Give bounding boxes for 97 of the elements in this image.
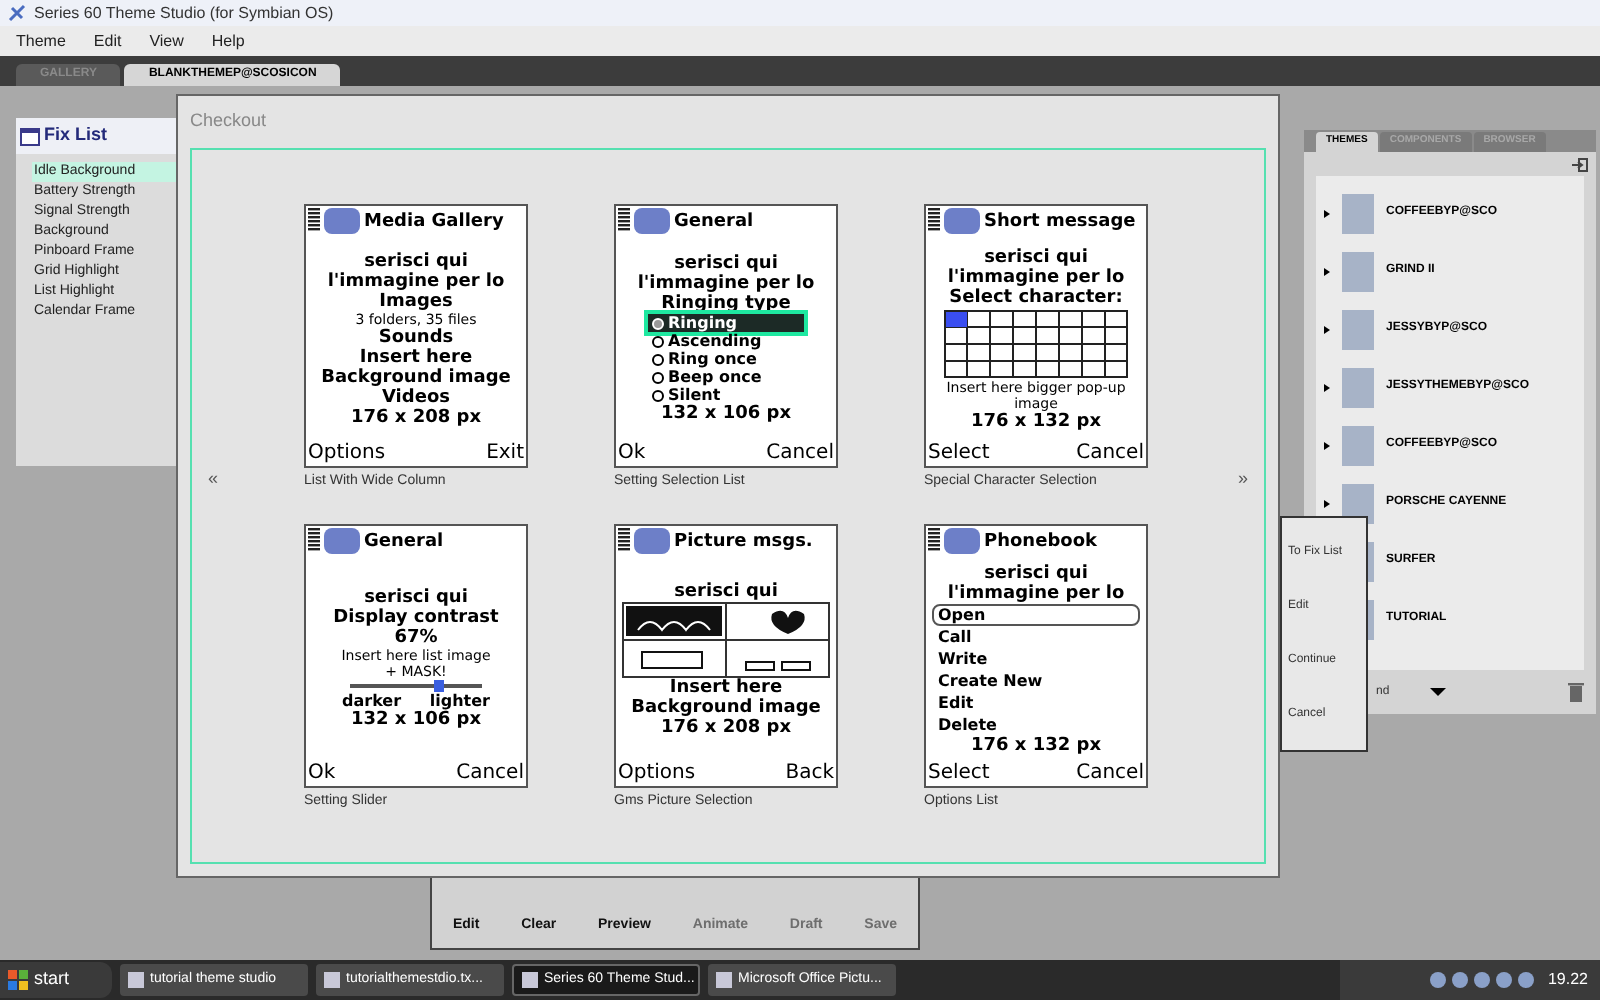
screen-text: l'immagine per lo	[945, 267, 1127, 287]
screen-text: Background image	[319, 367, 513, 387]
window-title: Series 60 Theme Studio (for Symbian OS)	[34, 1, 334, 25]
radio-option[interactable]: Silent	[648, 386, 804, 404]
softkey-label: Ok	[618, 442, 646, 466]
window-icon	[324, 972, 340, 988]
screen-text: 176 x 132 px	[968, 411, 1104, 431]
menu-item[interactable]: Theme	[16, 29, 66, 53]
softkey-label: Options	[308, 442, 386, 466]
screen-text: Insert here	[357, 347, 475, 367]
screen-text: serisci qui	[362, 251, 470, 271]
expand-arrow-icon[interactable]	[1324, 383, 1330, 391]
menu-item[interactable]: View	[149, 29, 184, 53]
window-icon	[522, 972, 538, 988]
screen-text: serisci qui	[982, 247, 1090, 267]
screen-text: serisci qui	[982, 563, 1090, 583]
windows-logo-icon	[8, 970, 28, 990]
softkey-label: Cancel	[1076, 762, 1144, 786]
radio-option[interactable]: Ring once	[648, 350, 804, 368]
panel-title: Checkout	[190, 108, 269, 134]
screen-text: Select character:	[947, 287, 1125, 307]
screen-text: serisci qui	[672, 254, 780, 274]
screen-text: l'immagine per lo	[325, 271, 507, 291]
screen-text: Sounds	[378, 327, 456, 347]
softkey-label: Select	[928, 762, 990, 786]
dropdown-caret-icon[interactable]	[1429, 688, 1446, 696]
signal-bars-icon	[308, 528, 320, 554]
signal-bars-icon	[928, 208, 940, 234]
start-button[interactable]: start	[0, 962, 112, 998]
app-icon	[324, 208, 360, 234]
screen-title: Phonebook	[984, 531, 1097, 551]
next-page-link[interactable]: »	[1238, 465, 1249, 496]
screen-text: serisci qui	[672, 581, 780, 601]
softkey-label: Cancel	[456, 762, 524, 786]
screen-text: 176 x 132 px	[968, 735, 1104, 755]
softkey-label: Options	[618, 762, 696, 786]
clock: 19.22	[1547, 968, 1588, 992]
previous-page-link[interactable]: «	[192, 465, 304, 496]
screen-title: Media Gallery	[364, 211, 504, 231]
app-icon	[634, 528, 670, 554]
expand-arrow-icon[interactable]	[1324, 441, 1330, 449]
app-logo-icon	[8, 4, 26, 22]
window-icon	[716, 972, 732, 988]
screen-title: General	[674, 211, 754, 231]
radio-option[interactable]: Ascending	[648, 332, 804, 350]
screen-title: General	[364, 531, 444, 551]
softkey-label: Back	[785, 762, 834, 786]
screen-text: l'immagine per lo	[635, 274, 817, 294]
screen-text: l'immagine per lo	[945, 583, 1127, 603]
screen-text: 132 x 106 px	[348, 710, 484, 730]
softkey-label: Ok	[308, 762, 336, 786]
app-icon	[324, 528, 360, 554]
range-label: darker	[342, 692, 402, 710]
screen-text: 132 x 106 px	[658, 404, 794, 424]
screen-text: 67%	[392, 628, 440, 648]
signal-bars-icon	[308, 208, 320, 234]
menu-option[interactable]: Write	[932, 647, 1140, 669]
screen-text: 176 x 208 px	[660, 717, 792, 737]
expand-arrow-icon[interactable]	[1324, 325, 1330, 333]
app-icon	[944, 528, 980, 554]
expand-arrow-icon[interactable]	[1324, 267, 1330, 275]
trash-icon[interactable]	[1568, 682, 1584, 702]
screen-title: Short message	[984, 211, 1136, 231]
expand-arrow-icon[interactable]	[1324, 499, 1330, 507]
menu-option[interactable]: Call	[932, 625, 1140, 647]
softkey-label: Cancel	[766, 442, 834, 466]
screen-title: Picture msgs.	[674, 531, 813, 551]
menu-item[interactable]: Edit	[93, 29, 122, 53]
signal-bars-icon	[618, 208, 630, 234]
signal-bars-icon	[618, 528, 630, 554]
radio-option[interactable]: Beep once	[648, 368, 804, 386]
window-icon	[128, 972, 144, 988]
slider-thumb[interactable]	[434, 680, 445, 692]
screen-text: Videos	[380, 387, 452, 407]
signal-bars-icon	[928, 528, 940, 554]
expand-arrow-icon[interactable]	[1324, 209, 1330, 217]
screen-text: Display contrast	[331, 608, 501, 628]
screen-text: serisci qui	[362, 588, 470, 608]
panel-title: Fix List	[44, 122, 108, 149]
softkey-label: Exit	[486, 442, 524, 466]
screen-text: Insert here	[667, 677, 785, 697]
screen-text: Background image	[629, 697, 823, 717]
range-label: lighter	[429, 692, 490, 710]
window-icon	[20, 127, 40, 145]
export-icon[interactable]	[1572, 157, 1588, 171]
app-icon	[634, 208, 670, 234]
menu-option[interactable]: Open	[932, 603, 1140, 625]
softkey-label: Cancel	[1076, 442, 1144, 466]
menu-option[interactable]: Create New	[932, 669, 1140, 691]
screen-text: Images	[379, 291, 453, 311]
softkey-label: Select	[928, 442, 990, 466]
menu-option[interactable]: Delete	[932, 713, 1140, 735]
menu-item[interactable]: Help	[211, 29, 245, 53]
app-icon	[944, 208, 980, 234]
radio-option[interactable]: Ringing	[648, 314, 804, 332]
menu-option[interactable]: Edit	[932, 691, 1140, 713]
screen-text: 176 x 208 px	[348, 407, 484, 427]
